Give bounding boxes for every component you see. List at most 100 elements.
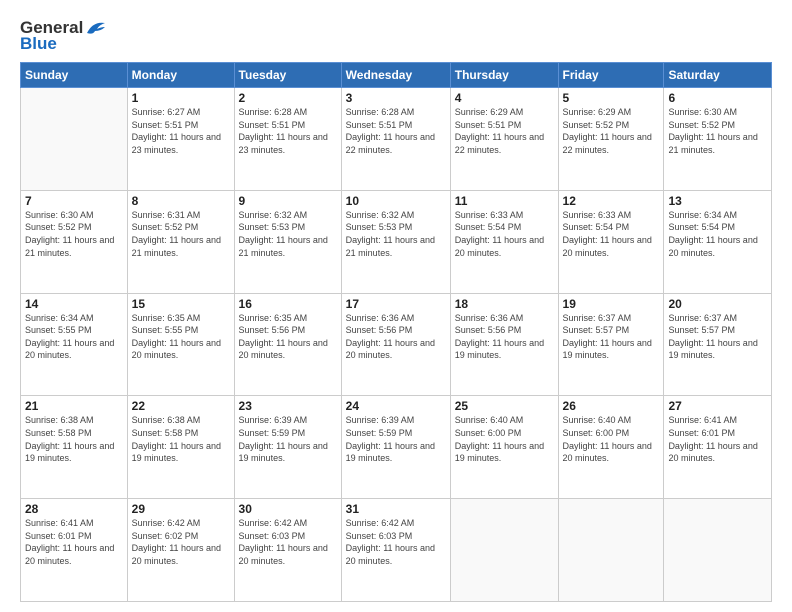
sunset-label: Sunset: 6:00 PM	[563, 428, 630, 438]
day-info: Sunrise: 6:33 AM Sunset: 5:54 PM Dayligh…	[563, 209, 660, 259]
day-info: Sunrise: 6:40 AM Sunset: 6:00 PM Dayligh…	[455, 414, 554, 464]
sunset-label: Sunset: 5:51 PM	[132, 120, 199, 130]
sunrise-label: Sunrise: 6:31 AM	[132, 210, 201, 220]
day-info: Sunrise: 6:35 AM Sunset: 5:56 PM Dayligh…	[239, 312, 337, 362]
daylight-label: Daylight: 11 hours and 19 minutes.	[455, 441, 544, 464]
daylight-label: Daylight: 11 hours and 21 minutes.	[668, 132, 757, 155]
daylight-label: Daylight: 11 hours and 20 minutes.	[346, 543, 435, 566]
day-number: 7	[25, 194, 123, 208]
day-number: 27	[668, 399, 767, 413]
calendar-table: Sunday Monday Tuesday Wednesday Thursday…	[20, 62, 772, 602]
calendar-week-row: 14 Sunrise: 6:34 AM Sunset: 5:55 PM Dayl…	[21, 293, 772, 396]
daylight-label: Daylight: 11 hours and 21 minutes.	[239, 235, 328, 258]
day-info: Sunrise: 6:38 AM Sunset: 5:58 PM Dayligh…	[132, 414, 230, 464]
daylight-label: Daylight: 11 hours and 19 minutes.	[455, 338, 544, 361]
sunrise-label: Sunrise: 6:39 AM	[346, 415, 415, 425]
table-row: 8 Sunrise: 6:31 AM Sunset: 5:52 PM Dayli…	[127, 190, 234, 293]
day-number: 4	[455, 91, 554, 105]
day-info: Sunrise: 6:40 AM Sunset: 6:00 PM Dayligh…	[563, 414, 660, 464]
col-tuesday: Tuesday	[234, 63, 341, 88]
sunrise-label: Sunrise: 6:35 AM	[132, 313, 201, 323]
daylight-label: Daylight: 11 hours and 21 minutes.	[25, 235, 114, 258]
table-row: 29 Sunrise: 6:42 AM Sunset: 6:02 PM Dayl…	[127, 499, 234, 602]
sunrise-label: Sunrise: 6:35 AM	[239, 313, 308, 323]
day-info: Sunrise: 6:32 AM Sunset: 5:53 PM Dayligh…	[239, 209, 337, 259]
sunset-label: Sunset: 5:59 PM	[346, 428, 413, 438]
table-row: 3 Sunrise: 6:28 AM Sunset: 5:51 PM Dayli…	[341, 88, 450, 191]
daylight-label: Daylight: 11 hours and 20 minutes.	[25, 543, 114, 566]
sunset-label: Sunset: 5:55 PM	[25, 325, 92, 335]
sunrise-label: Sunrise: 6:33 AM	[455, 210, 524, 220]
day-info: Sunrise: 6:37 AM Sunset: 5:57 PM Dayligh…	[668, 312, 767, 362]
day-info: Sunrise: 6:42 AM Sunset: 6:02 PM Dayligh…	[132, 517, 230, 567]
day-info: Sunrise: 6:34 AM Sunset: 5:54 PM Dayligh…	[668, 209, 767, 259]
day-number: 30	[239, 502, 337, 516]
table-row: 25 Sunrise: 6:40 AM Sunset: 6:00 PM Dayl…	[450, 396, 558, 499]
sunrise-label: Sunrise: 6:32 AM	[239, 210, 308, 220]
calendar-header-row: Sunday Monday Tuesday Wednesday Thursday…	[21, 63, 772, 88]
sunrise-label: Sunrise: 6:32 AM	[346, 210, 415, 220]
daylight-label: Daylight: 11 hours and 19 minutes.	[132, 441, 221, 464]
daylight-label: Daylight: 11 hours and 23 minutes.	[239, 132, 328, 155]
sunset-label: Sunset: 5:54 PM	[668, 222, 735, 232]
table-row: 23 Sunrise: 6:39 AM Sunset: 5:59 PM Dayl…	[234, 396, 341, 499]
table-row: 17 Sunrise: 6:36 AM Sunset: 5:56 PM Dayl…	[341, 293, 450, 396]
sunrise-label: Sunrise: 6:39 AM	[239, 415, 308, 425]
table-row: 24 Sunrise: 6:39 AM Sunset: 5:59 PM Dayl…	[341, 396, 450, 499]
sunrise-label: Sunrise: 6:27 AM	[132, 107, 201, 117]
table-row: 19 Sunrise: 6:37 AM Sunset: 5:57 PM Dayl…	[558, 293, 664, 396]
day-number: 9	[239, 194, 337, 208]
daylight-label: Daylight: 11 hours and 22 minutes.	[563, 132, 652, 155]
table-row: 7 Sunrise: 6:30 AM Sunset: 5:52 PM Dayli…	[21, 190, 128, 293]
day-info: Sunrise: 6:38 AM Sunset: 5:58 PM Dayligh…	[25, 414, 123, 464]
sunrise-label: Sunrise: 6:42 AM	[132, 518, 201, 528]
day-number: 3	[346, 91, 446, 105]
sunrise-label: Sunrise: 6:37 AM	[563, 313, 632, 323]
day-info: Sunrise: 6:41 AM Sunset: 6:01 PM Dayligh…	[668, 414, 767, 464]
sunset-label: Sunset: 6:01 PM	[668, 428, 735, 438]
table-row: 1 Sunrise: 6:27 AM Sunset: 5:51 PM Dayli…	[127, 88, 234, 191]
col-thursday: Thursday	[450, 63, 558, 88]
day-number: 28	[25, 502, 123, 516]
day-number: 20	[668, 297, 767, 311]
sunrise-label: Sunrise: 6:38 AM	[132, 415, 201, 425]
day-info: Sunrise: 6:39 AM Sunset: 5:59 PM Dayligh…	[346, 414, 446, 464]
table-row: 22 Sunrise: 6:38 AM Sunset: 5:58 PM Dayl…	[127, 396, 234, 499]
daylight-label: Daylight: 11 hours and 22 minutes.	[346, 132, 435, 155]
calendar-week-row: 1 Sunrise: 6:27 AM Sunset: 5:51 PM Dayli…	[21, 88, 772, 191]
sunrise-label: Sunrise: 6:42 AM	[239, 518, 308, 528]
day-info: Sunrise: 6:33 AM Sunset: 5:54 PM Dayligh…	[455, 209, 554, 259]
sunrise-label: Sunrise: 6:34 AM	[25, 313, 94, 323]
day-info: Sunrise: 6:39 AM Sunset: 5:59 PM Dayligh…	[239, 414, 337, 464]
day-info: Sunrise: 6:37 AM Sunset: 5:57 PM Dayligh…	[563, 312, 660, 362]
col-monday: Monday	[127, 63, 234, 88]
table-row: 11 Sunrise: 6:33 AM Sunset: 5:54 PM Dayl…	[450, 190, 558, 293]
table-row: 18 Sunrise: 6:36 AM Sunset: 5:56 PM Dayl…	[450, 293, 558, 396]
daylight-label: Daylight: 11 hours and 22 minutes.	[455, 132, 544, 155]
sunrise-label: Sunrise: 6:41 AM	[668, 415, 737, 425]
table-row: 13 Sunrise: 6:34 AM Sunset: 5:54 PM Dayl…	[664, 190, 772, 293]
day-number: 13	[668, 194, 767, 208]
sunset-label: Sunset: 5:51 PM	[455, 120, 522, 130]
logo-bird-icon	[85, 19, 107, 37]
sunrise-label: Sunrise: 6:28 AM	[239, 107, 308, 117]
day-info: Sunrise: 6:36 AM Sunset: 5:56 PM Dayligh…	[455, 312, 554, 362]
sunrise-label: Sunrise: 6:36 AM	[455, 313, 524, 323]
sunrise-label: Sunrise: 6:37 AM	[668, 313, 737, 323]
day-info: Sunrise: 6:35 AM Sunset: 5:55 PM Dayligh…	[132, 312, 230, 362]
sunset-label: Sunset: 5:57 PM	[668, 325, 735, 335]
sunrise-label: Sunrise: 6:34 AM	[668, 210, 737, 220]
day-info: Sunrise: 6:41 AM Sunset: 6:01 PM Dayligh…	[25, 517, 123, 567]
daylight-label: Daylight: 11 hours and 20 minutes.	[239, 543, 328, 566]
day-number: 14	[25, 297, 123, 311]
table-row: 9 Sunrise: 6:32 AM Sunset: 5:53 PM Dayli…	[234, 190, 341, 293]
daylight-label: Daylight: 11 hours and 20 minutes.	[563, 441, 652, 464]
sunset-label: Sunset: 5:59 PM	[239, 428, 306, 438]
table-row	[450, 499, 558, 602]
table-row: 14 Sunrise: 6:34 AM Sunset: 5:55 PM Dayl…	[21, 293, 128, 396]
daylight-label: Daylight: 11 hours and 23 minutes.	[132, 132, 221, 155]
day-number: 10	[346, 194, 446, 208]
daylight-label: Daylight: 11 hours and 20 minutes.	[668, 235, 757, 258]
sunset-label: Sunset: 5:51 PM	[239, 120, 306, 130]
daylight-label: Daylight: 11 hours and 19 minutes.	[239, 441, 328, 464]
